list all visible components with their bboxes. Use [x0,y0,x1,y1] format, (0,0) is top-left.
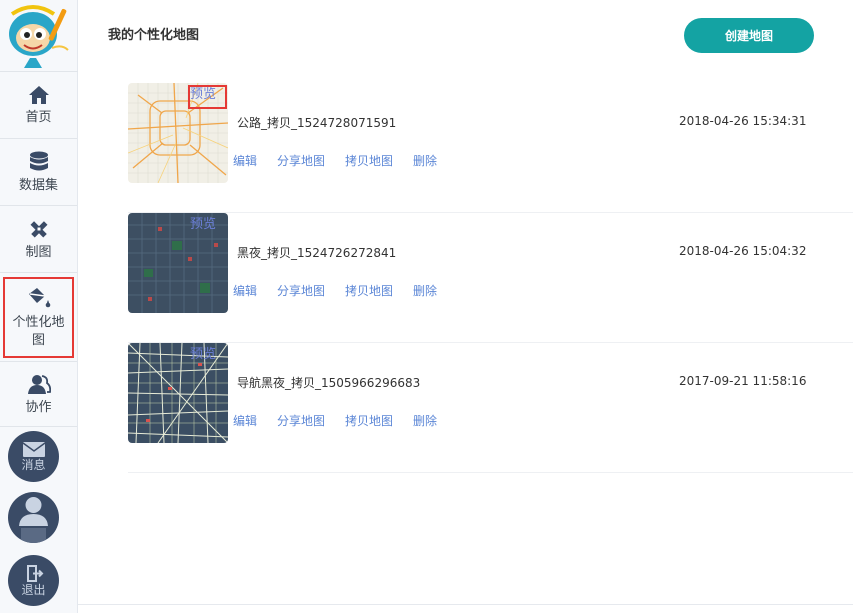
map-name: 黑夜_拷贝_1524726272841 [237,246,397,260]
pen-ruler-icon [30,220,47,237]
database-icon [29,151,48,170]
copy-map-link[interactable]: 拷贝地图 [345,282,393,299]
page-title: 我的个性化地图 [108,28,200,43]
app-logo[interactable] [0,0,78,72]
envelope-icon [22,442,45,457]
selection-highlight [3,277,74,358]
messages-button[interactable]: 消息 [8,431,59,482]
delete-link[interactable]: 删除 [413,412,437,429]
map-actions: 编辑 分享地图 拷贝地图 删除 [233,152,457,169]
share-map-link[interactable]: 分享地图 [277,152,325,169]
edit-link[interactable]: 编辑 [233,412,257,429]
home-icon [28,85,49,104]
map-date: 2017-09-21 11:58:16 [679,374,807,388]
map-name: 公路_拷贝_1524728071591 [237,116,397,130]
share-map-link[interactable]: 分享地图 [277,412,325,429]
user-avatar-icon [19,497,48,543]
map-list-item: 预览 导航黑夜_拷贝_1505966296683 2017-09-21 11:5… [128,343,853,473]
sidebar-item-collaboration[interactable]: 协作 [0,363,77,427]
edit-link[interactable]: 编辑 [233,282,257,299]
sidebar-item-draw[interactable]: 制图 [0,207,77,273]
delete-link[interactable]: 删除 [413,282,437,299]
map-actions: 编辑 分享地图 拷贝地图 删除 [233,412,457,429]
user-avatar-button[interactable] [8,492,59,543]
preview-button[interactable]: 预览 [190,347,216,363]
sidebar: 首页 数据集 制图 个性化地图 协作 消息 退出 [0,0,78,613]
delete-link[interactable]: 删除 [413,152,437,169]
map-name: 导航黑夜_拷贝_1505966296683 [237,376,421,390]
create-map-button[interactable]: 创建地图 [684,18,814,53]
preview-button[interactable]: 预览 [190,217,216,233]
sidebar-item-label: 协作 [25,399,52,415]
logout-button[interactable]: 退出 [8,555,59,606]
copy-map-link[interactable]: 拷贝地图 [345,412,393,429]
sidebar-item-label: 首页 [25,109,52,125]
exit-door-icon [26,565,43,582]
logout-label: 退出 [21,583,46,597]
bottom-divider [78,604,853,605]
sidebar-item-personal-map[interactable]: 个性化地图 [0,274,77,362]
people-icon [27,374,51,394]
mascot-logo-icon [9,5,69,68]
copy-map-link[interactable]: 拷贝地图 [345,152,393,169]
map-date: 2018-04-26 15:34:31 [679,114,807,128]
edit-link[interactable]: 编辑 [233,152,257,169]
sidebar-item-label: 制图 [25,244,52,260]
preview-button[interactable]: 预览 [190,87,216,103]
share-map-link[interactable]: 分享地图 [277,282,325,299]
map-date: 2018-04-26 15:04:32 [679,244,807,258]
sidebar-item-label: 数据集 [18,177,58,193]
messages-label: 消息 [21,458,46,472]
map-list-item: 预览 黑夜_拷贝_1524726272841 2018-04-26 15:04:… [128,213,853,343]
map-list-item: 预览 公路_拷贝_1524728071591 2018-04-26 15:34:… [128,83,853,213]
sidebar-item-dataset[interactable]: 数据集 [0,140,77,206]
sidebar-item-home[interactable]: 首页 [0,73,77,139]
main-content: 我的个性化地图 创建地图 预览 公路_拷贝_1524728071591 2018… [79,0,853,613]
map-actions: 编辑 分享地图 拷贝地图 删除 [233,282,457,299]
